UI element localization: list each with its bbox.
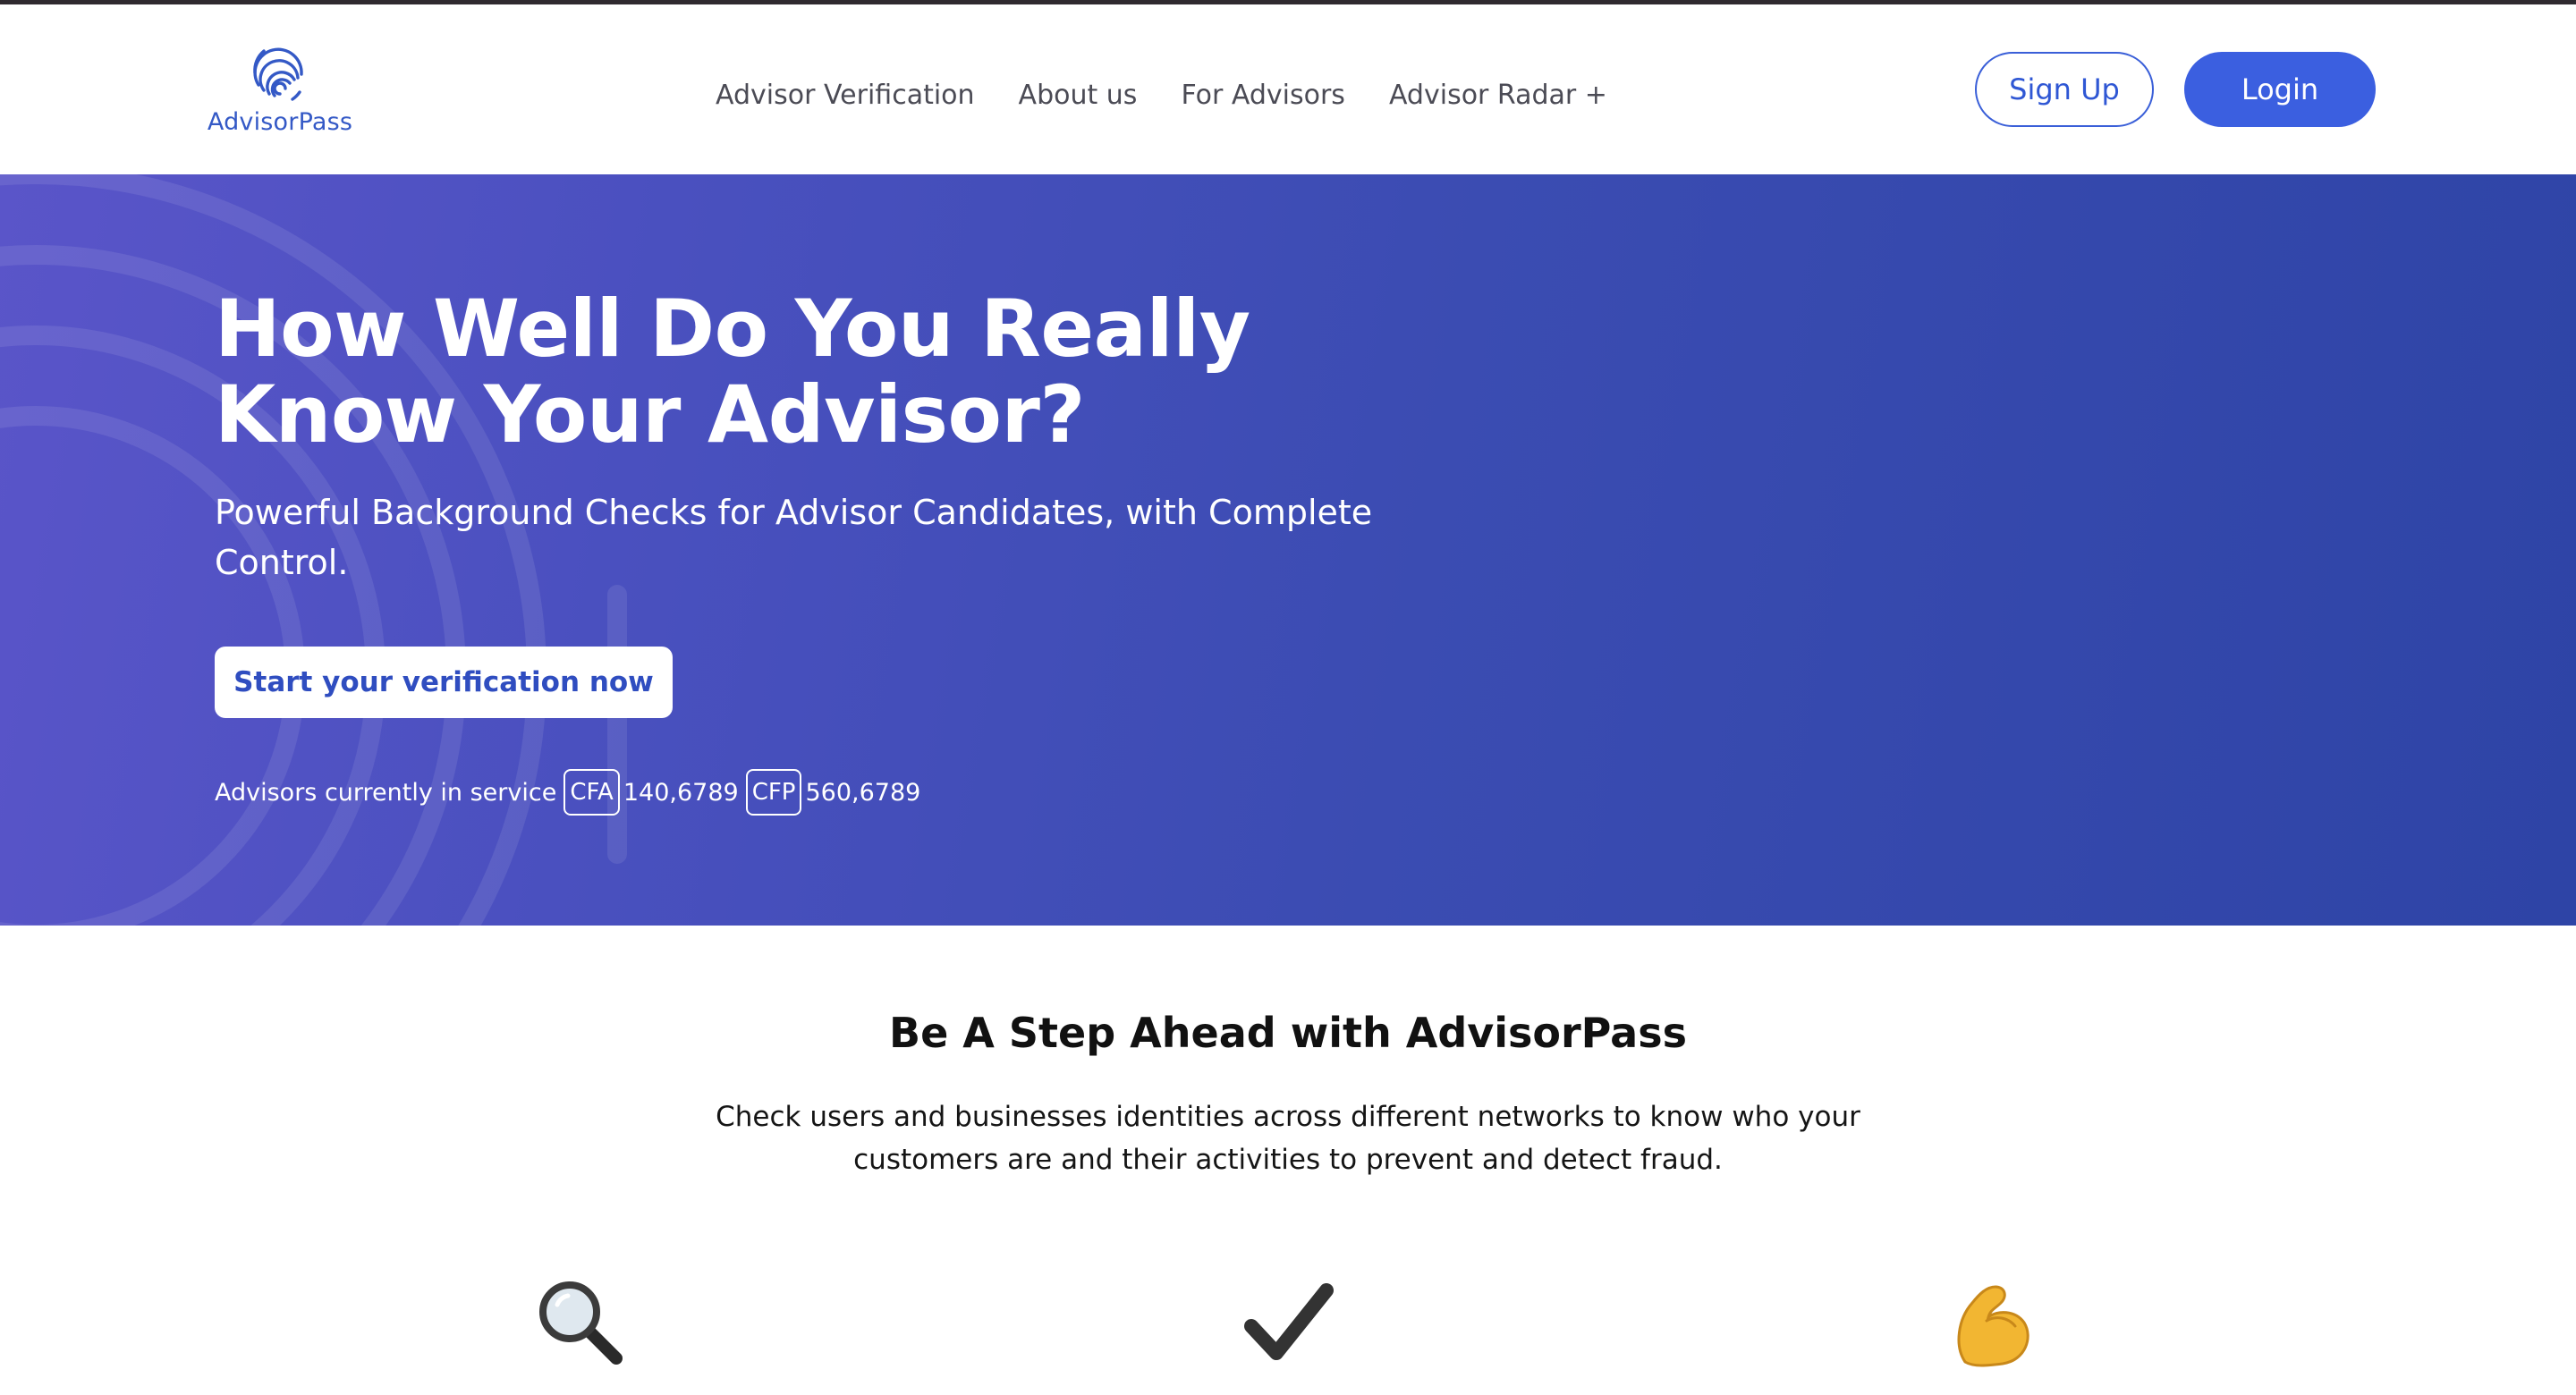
main-nav: Advisor Verification About us For Adviso… — [716, 72, 1651, 117]
feature-card — [1816, 1274, 2174, 1376]
sign-up-button[interactable]: Sign Up — [1975, 52, 2154, 127]
feature-card — [402, 1274, 760, 1376]
stats-label: Advisors currently in service — [215, 778, 557, 807]
cfa-count: 140,6789 — [623, 778, 739, 807]
nav-item-about-us[interactable]: About us — [1019, 80, 1138, 111]
start-verification-button[interactable]: Start your verification now — [215, 647, 673, 718]
brand-logo[interactable]: AdvisorPass — [204, 38, 356, 146]
flexed-biceps-icon — [1957, 1285, 2029, 1367]
section-description: Check users and businesses identities ac… — [716, 1101, 1860, 1176]
feature-card — [1109, 1274, 1467, 1376]
site-header: AdvisorPass Advisor Verification About u… — [0, 4, 2576, 174]
hero-subtitle: Powerful Background Checks for Advisor C… — [215, 493, 1373, 582]
checkmark-icon — [1244, 1283, 1334, 1360]
section-title: Be A Step Ahead with AdvisorPass — [889, 1009, 1687, 1057]
magnifying-glass-icon — [539, 1281, 623, 1365]
hero-section: How Well Do You Really Know Your Advisor… — [0, 174, 2576, 926]
nav-item-advisor-verification[interactable]: Advisor Verification — [716, 80, 975, 111]
nav-item-advisor-radar[interactable]: Advisor Radar + — [1389, 80, 1607, 111]
cfa-badge: CFA — [564, 769, 620, 816]
advisor-stats: Advisors currently in service CFA 140,67… — [215, 767, 920, 817]
fingerprint-icon — [253, 47, 303, 101]
login-button[interactable]: Login — [2184, 52, 2376, 127]
hero-title: How Well Do You Really Know Your Advisor… — [215, 283, 1250, 461]
nav-item-for-advisors[interactable]: For Advisors — [1181, 80, 1345, 111]
brand-name: AdvisorPass — [207, 108, 353, 136]
cfp-badge: CFP — [745, 769, 802, 816]
cfp-count: 560,6789 — [805, 778, 921, 807]
